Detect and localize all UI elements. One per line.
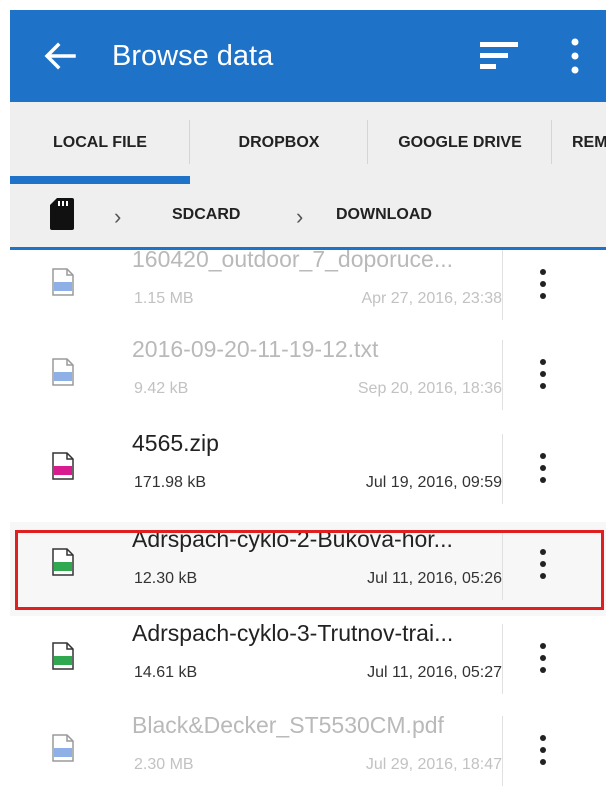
app-bar: Browse data [10,10,606,102]
chevron-right-icon: › [296,204,304,229]
file-size: 12.30 kB [134,570,198,587]
row-divider [502,624,503,694]
file-date: Jul 19, 2016, 09:59 [365,474,502,491]
file-date: Jul 29, 2016, 18:47 [365,756,502,773]
tab-label: DROPBOX [238,134,320,151]
file-size: 9.42 kB [134,380,189,397]
file-name: Adrspach-cyklo-2-Bukova-hor... [132,526,453,552]
file-size: 14.61 kB [134,664,198,681]
active-tab-indicator [10,176,190,184]
file-options-icon[interactable] [536,730,550,770]
file-size: 2.30 MB [134,756,194,773]
row-divider [502,434,503,504]
file-row[interactable]: 160420_outdoor_7_doporuce... 1.15 MB Apr 2… [10,250,606,336]
source-tabs: LOCAL FILE DROPBOX GOOGLE DRIVE REM [10,102,606,184]
breadcrumb: › SDCARD › DOWNLOAD [10,184,606,250]
file-options-icon[interactable] [536,638,550,678]
row-divider [502,716,503,786]
breadcrumb-sdcard[interactable]: SDCARD [172,206,240,224]
file-size: 1.15 MB [134,290,194,307]
back-arrow-icon[interactable] [40,36,80,76]
file-date: Sep 20, 2016, 18:36 [357,380,502,397]
tab-label: REM [572,134,606,151]
breadcrumb-download[interactable]: DOWNLOAD [336,206,432,224]
row-divider [502,340,503,410]
tab-label: GOOGLE DRIVE [398,134,522,151]
tab-dropbox[interactable]: DROPBOX [190,102,368,184]
row-divider [502,530,503,600]
file-name: 2016-09-20-11-19-12.txt [132,336,379,362]
file-size: 171.98 kB [134,474,207,491]
tab-label: LOCAL FILE [53,134,147,151]
file-date: Jul 11, 2016, 05:26 [367,570,502,587]
row-divider [502,250,503,320]
txt-file-icon [52,358,74,386]
file-options-icon[interactable] [536,544,550,584]
sd-card-icon[interactable] [50,198,74,230]
chevron-right-icon: › [114,204,122,229]
pdf-file-icon [52,734,74,762]
file-name: Adrspach-cyklo-3-Trutnov-trai... [132,620,454,646]
gpx-file-icon [52,548,74,576]
file-date: Apr 27, 2016, 23:38 [361,290,502,307]
pdf-file-icon [52,268,74,296]
file-name: Black&Decker_ST5530CM.pdf [132,712,444,738]
page-title: Browse data [112,40,274,72]
file-row[interactable]: Adrspach-cyklo-3-Trutnov-trai... 14.61 kB… [10,616,606,710]
file-name: 4565.zip [132,430,219,456]
file-list: 160420_outdoor_7_doporuce... 1.15 MB Apr 2… [10,250,606,798]
file-row[interactable]: Black&Decker_ST5530CM.pdf 2.30 MB Jul 29, … [10,708,606,798]
file-row[interactable]: 2016-09-20-11-19-12.txt 9.42 kB Sep 20, 20… [10,332,606,426]
tab-google-drive[interactable]: GOOGLE DRIVE [368,102,552,184]
zip-file-icon [52,452,74,480]
gpx-file-icon [52,642,74,670]
file-options-icon[interactable] [536,448,550,488]
file-name: 160420_outdoor_7_doporuce... [132,250,454,272]
file-options-icon[interactable] [536,264,550,304]
overflow-menu-icon[interactable] [568,36,582,76]
file-date: Jul 11, 2016, 05:27 [367,664,502,681]
tab-remote[interactable]: REM [552,102,606,184]
tab-local-file[interactable]: LOCAL FILE [10,102,190,184]
sort-icon[interactable] [480,40,518,72]
file-options-icon[interactable] [536,354,550,394]
file-row[interactable]: Adrspach-cyklo-2-Bukova-hor... 12.30 kB Ju… [10,522,606,616]
file-row[interactable]: 4565.zip 171.98 kB Jul 19, 2016, 09:59 [10,426,606,520]
